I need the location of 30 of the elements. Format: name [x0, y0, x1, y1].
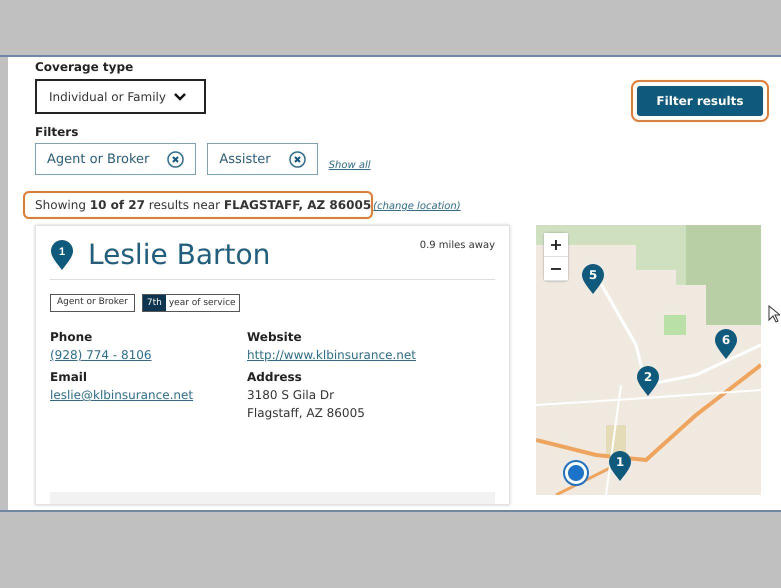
coverage-dropdown[interactable]: Individual or Family	[35, 79, 206, 114]
contact-link[interactable]: (928) 774 - 8106	[50, 348, 247, 362]
distance-text: 0.9 miles away	[420, 240, 495, 251]
map-marker[interactable]: 6	[714, 328, 738, 360]
field-label: Website	[247, 330, 303, 344]
map-marker[interactable]: 2	[636, 365, 660, 397]
map-pin-icon: 1	[50, 238, 74, 270]
show-all-link[interactable]: Show all	[328, 160, 371, 170]
field-label: Address	[247, 370, 303, 384]
filter-chip[interactable]: Agent or Broker	[35, 143, 196, 175]
map-marker[interactable]: 5	[581, 263, 605, 295]
filter-chip[interactable]: Assister	[207, 143, 318, 175]
map-marker[interactable]: 1	[608, 450, 632, 482]
field-label: Phone	[50, 330, 94, 344]
address-line: 3180 S Gila Dr	[247, 388, 336, 402]
years-badge: 7th	[142, 295, 166, 311]
contact-link[interactable]: http://www.klbinsurance.net	[247, 348, 495, 362]
agent-name: Leslie Barton	[88, 238, 270, 271]
zoom-out-button[interactable]: −	[544, 257, 568, 281]
zoom-in-button[interactable]: +	[544, 233, 568, 257]
role-tag: Agent or Broker	[50, 294, 135, 312]
results-summary: Showing 10 of 27 results near FLAGSTAFF, AZ 86005	[35, 198, 372, 212]
contact-link[interactable]: leslie@klbinsurance.net	[50, 388, 247, 402]
field-label: Email	[50, 370, 88, 384]
years-label: year of service	[168, 297, 237, 310]
address-line: Flagstaff, AZ 86005	[247, 406, 366, 420]
change-location-link[interactable]: (change location)	[373, 201, 461, 212]
coverage-label: Coverage type	[35, 60, 134, 74]
filter-results-button[interactable]: Filter results	[637, 86, 763, 116]
filters-label: Filters	[35, 125, 80, 139]
